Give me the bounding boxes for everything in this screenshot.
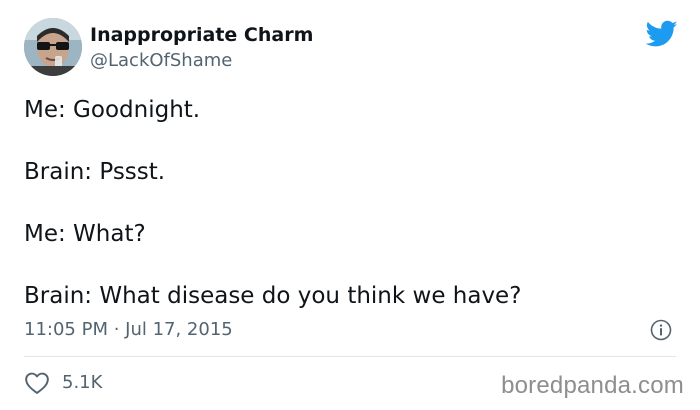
watermark-text: boredpanda.com bbox=[501, 372, 684, 399]
profile-photo-icon bbox=[24, 18, 82, 76]
like-count: 5.1K bbox=[62, 372, 103, 393]
info-icon[interactable] bbox=[650, 319, 672, 341]
divider bbox=[24, 356, 676, 357]
twitter-bird-icon[interactable] bbox=[646, 20, 678, 48]
heart-icon[interactable] bbox=[24, 371, 50, 395]
author-display-name[interactable]: Inappropriate Charm bbox=[90, 24, 313, 46]
avatar[interactable] bbox=[24, 18, 82, 76]
like-button[interactable]: 5.1K bbox=[24, 369, 102, 397]
tweet-line: Brain: Pssst. bbox=[24, 159, 166, 185]
author-handle[interactable]: @LackOfShame bbox=[90, 50, 232, 72]
tweet-line: Me: Goodnight. bbox=[24, 97, 201, 123]
tweet-timestamp[interactable]: 11:05 PM · Jul 17, 2015 bbox=[24, 318, 233, 342]
tweet-line: Brain: What disease do you think we have… bbox=[24, 283, 522, 309]
tweet-line: Me: What? bbox=[24, 221, 146, 247]
tweet-card: Inappropriate Charm @LackOfShame Me: Goo… bbox=[0, 0, 700, 410]
